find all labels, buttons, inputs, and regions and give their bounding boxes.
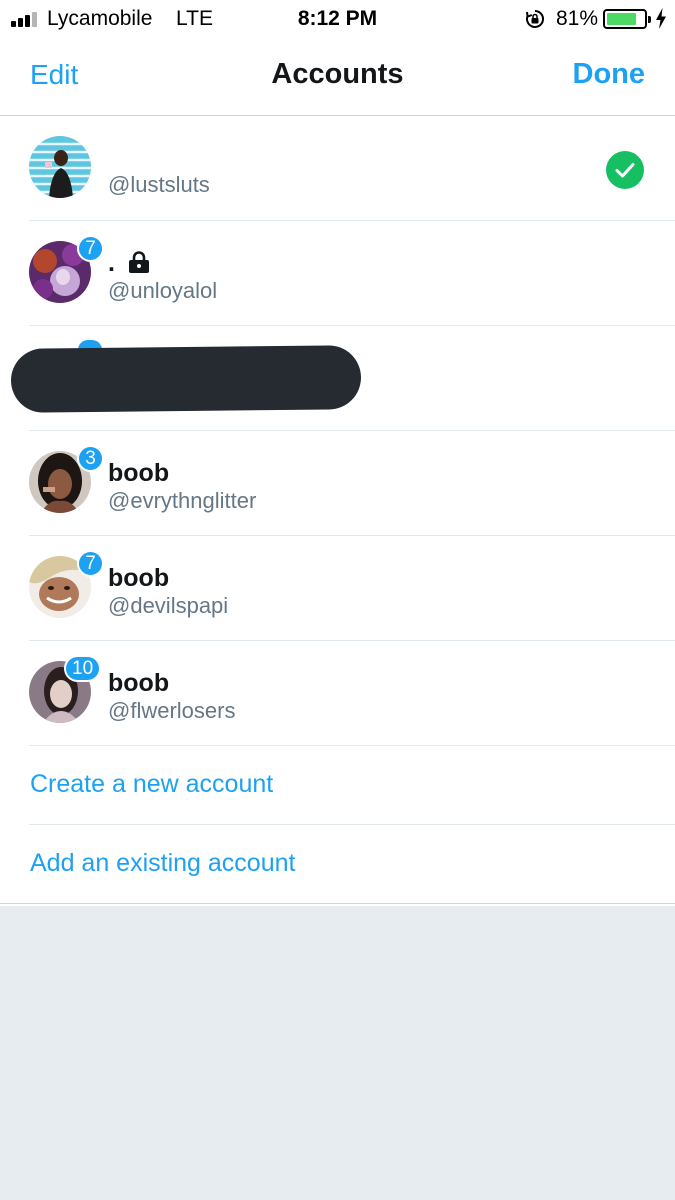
account-list: @lustsluts 7 . @unloyalol 3 boob @evryth… <box>0 116 675 904</box>
battery-icon <box>603 9 651 29</box>
account-handle: @evrythnglitter <box>108 488 257 513</box>
account-row-lustsluts[interactable]: @lustsluts <box>0 116 675 221</box>
avatar <box>29 136 91 198</box>
protected-lock-icon <box>129 251 149 273</box>
battery-percentage: 81% <box>556 7 599 30</box>
account-handle: @flwerlosers <box>108 698 236 723</box>
account-row-redacted[interactable] <box>0 326 675 431</box>
account-handle: @lustsluts <box>108 172 210 197</box>
list-bottom-divider <box>0 903 675 904</box>
account-handle: @unloyalol <box>108 278 218 303</box>
empty-background-area <box>0 906 675 1200</box>
account-row-unloyalol[interactable]: 7 . @unloyalol <box>0 221 675 326</box>
add-existing-account-label: Add an existing account <box>30 849 296 877</box>
create-account-button[interactable]: Create a new account <box>0 746 675 825</box>
account-row-evrythnglitter[interactable]: 3 boob @evrythnglitter <box>0 431 675 536</box>
notification-badge: 3 <box>77 445 104 472</box>
account-display-name: boob <box>108 564 170 592</box>
create-account-label: Create a new account <box>30 770 274 798</box>
notification-badge: 7 <box>77 235 104 262</box>
rotation-lock-icon <box>526 10 544 28</box>
account-display-name: boob <box>108 459 170 487</box>
account-row-flwerlosers[interactable]: 10 boob @flwerlosers <box>0 641 675 746</box>
redaction-overlay <box>10 345 362 413</box>
navigation-bar: Edit Accounts Done <box>0 38 675 116</box>
add-existing-account-button[interactable]: Add an existing account <box>0 825 675 904</box>
charging-bolt-icon <box>656 8 666 29</box>
notification-badge: 7 <box>77 550 104 577</box>
battery-fill <box>607 13 636 25</box>
account-display-name: boob <box>108 669 170 697</box>
status-bar: Lycamobile LTE 8:12 PM 81% <box>0 0 675 38</box>
done-button[interactable]: Done <box>573 58 646 91</box>
account-row-devilspapi[interactable]: 7 boob @devilspapi <box>0 536 675 641</box>
notification-badge: 10 <box>64 655 102 682</box>
selected-check-icon <box>606 151 644 189</box>
account-display-name: . <box>108 249 115 277</box>
account-handle: @devilspapi <box>108 593 229 618</box>
